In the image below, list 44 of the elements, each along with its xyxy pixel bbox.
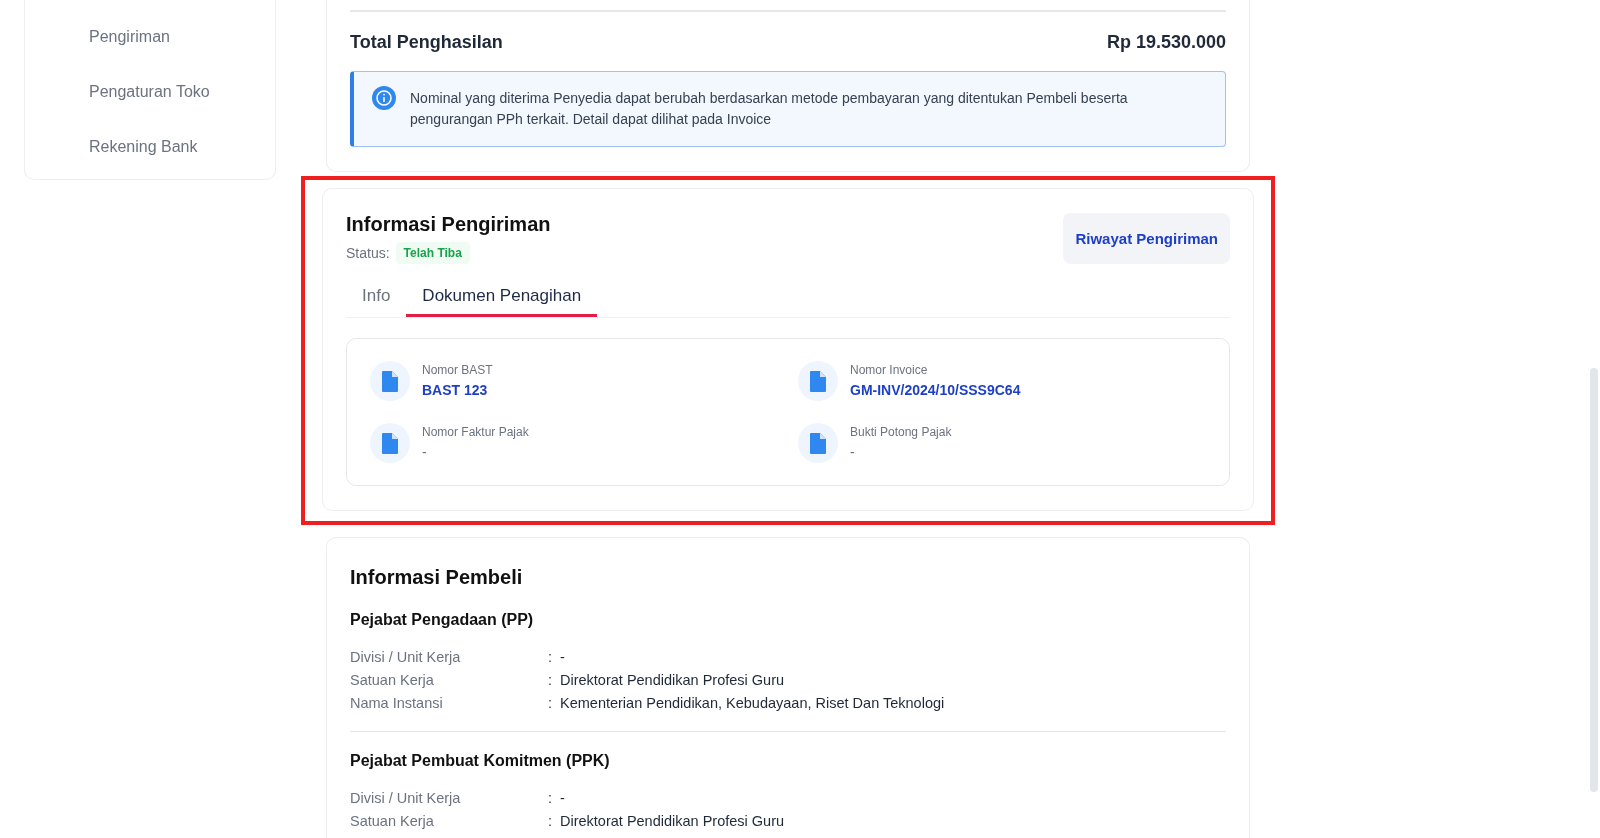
document-icon xyxy=(370,423,410,463)
field-label: Nama Instansi xyxy=(350,695,444,711)
colon: : xyxy=(548,649,554,665)
total-amount: Rp 19.530.000 xyxy=(1106,32,1226,53)
total-label: Total Penghasilan xyxy=(350,32,503,53)
document-label: Nomor BAST xyxy=(422,363,493,377)
colon: : xyxy=(548,790,554,806)
tab[interactable]: Info xyxy=(346,280,407,317)
field-value: Direktorat Pendidikan Profesi Guru xyxy=(560,672,786,688)
status-label: Status: xyxy=(346,245,390,261)
field-label: Satuan Kerja xyxy=(350,813,435,829)
document-icon xyxy=(370,361,410,401)
document-label: Nomor Invoice xyxy=(850,363,929,377)
document-label: Bukti Potong Pajak xyxy=(850,425,952,439)
status-badge: Telah Tiba xyxy=(395,242,470,264)
field-label: Satuan Kerja xyxy=(350,672,435,688)
colon: : xyxy=(548,672,554,688)
document-icon xyxy=(798,361,838,401)
info-icon xyxy=(372,86,396,110)
section-title: Informasi Pembeli xyxy=(350,566,524,589)
document-icon xyxy=(798,423,838,463)
shipping-history-button[interactable]: Riwayat Pengiriman xyxy=(1063,213,1230,264)
document-link[interactable]: GM-INV/2024/10/SSS9C64 xyxy=(850,382,1021,398)
document-label: Nomor Faktur Pajak xyxy=(422,425,529,439)
colon: : xyxy=(548,813,554,829)
sidebar-item[interactable]: Pengaturan Toko xyxy=(89,83,275,101)
colon: : xyxy=(548,695,554,711)
field-value: - xyxy=(560,649,566,665)
field-value: Direktorat Pendidikan Profesi Guru xyxy=(560,813,786,829)
section-title: Informasi Pengiriman xyxy=(346,213,551,236)
field-label: Divisi / Unit Kerja xyxy=(350,790,462,806)
subsection-title: Pejabat Pembuat Komitmen (PPK) xyxy=(350,752,611,770)
sidebar-item[interactable]: Pengiriman xyxy=(89,28,275,46)
sidebar-item[interactable]: Rekening Bank xyxy=(89,138,275,156)
document-link[interactable]: BAST 123 xyxy=(422,382,493,398)
field-value: Kementerian Pendidikan, Kebudayaan, Riset Dan Teknologi xyxy=(560,695,946,711)
field-value: - xyxy=(560,790,566,806)
notice-text: Nominal yang diterima Penyedia dapat berubah berdasarkan metode pembayaran yang ditentukan Pembeli beserta pengurangan PPh terkait. Detail dapat dilihat pada Invoice xyxy=(410,89,1129,129)
subsection-title: Pejabat Pengadaan (PP) xyxy=(350,611,535,629)
document-value: - xyxy=(850,444,856,460)
document-value: - xyxy=(422,444,428,460)
field-label: Divisi / Unit Kerja xyxy=(350,649,462,665)
scrollbar[interactable] xyxy=(1590,368,1598,792)
tab[interactable]: Dokumen Penagihan xyxy=(406,280,598,317)
